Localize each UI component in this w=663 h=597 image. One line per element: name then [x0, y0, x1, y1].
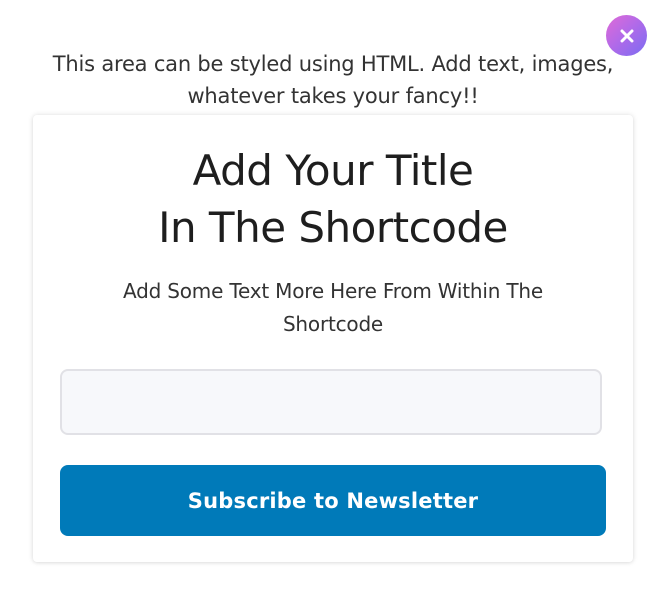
- card-title-line-1: Add Your Title: [192, 146, 474, 195]
- close-button[interactable]: [606, 15, 647, 56]
- card-title: Add Your Title In The Shortcode: [33, 142, 633, 256]
- card-subtitle: Add Some Text More Here From Within The …: [123, 279, 543, 336]
- subscribe-button[interactable]: Subscribe to Newsletter: [60, 465, 606, 536]
- email-field[interactable]: [60, 369, 602, 435]
- signup-card: Add Your Title In The Shortcode Add Some…: [33, 115, 633, 562]
- intro-text: This area can be styled using HTML. Add …: [52, 52, 614, 108]
- close-icon: [620, 29, 634, 43]
- card-title-line-2: In The Shortcode: [158, 203, 508, 252]
